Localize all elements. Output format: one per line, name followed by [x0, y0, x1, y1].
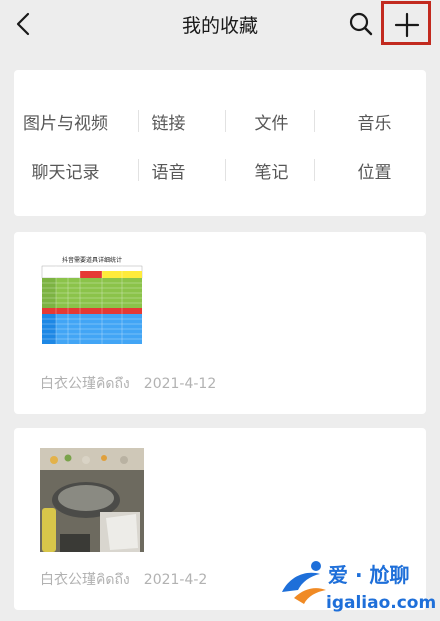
divider: [314, 159, 315, 181]
item-source: 白衣公瑾คิดถึง: [40, 376, 130, 392]
item-meta: 白衣公瑾คิดถึง 2021-4-12: [40, 373, 230, 395]
category-notes[interactable]: 笔记: [220, 158, 323, 183]
category-images-videos[interactable]: 图片与视频: [14, 109, 117, 134]
nav-bar: 我的收藏: [0, 0, 440, 48]
spreadsheet-thumbnail: 抖音需要道具详细统计: [40, 252, 144, 356]
category-voice[interactable]: 语音: [117, 158, 220, 183]
search-icon: [349, 12, 373, 36]
divider: [225, 159, 226, 181]
category-music[interactable]: 音乐: [323, 109, 426, 134]
divider: [225, 110, 226, 132]
plus-icon: [394, 12, 420, 38]
add-button[interactable]: [381, 1, 431, 45]
favorite-item-spreadsheet[interactable]: 抖音需要道具详细统计 白衣公瑾คิดถึง 2021-4-12: [14, 232, 426, 414]
item-source: 白衣公瑾คิดถึง: [40, 572, 130, 588]
watermark-domain: igaliao.com: [326, 593, 436, 613]
category-panel: 图片与视频 链接 文件 音乐 聊天记录 语音 笔记 位置: [14, 70, 426, 216]
watermark-logo: 爱 · 尬聊 igaliao.com: [276, 552, 436, 616]
item-date: 2021-4-2: [143, 572, 208, 588]
category-files[interactable]: 文件: [220, 109, 323, 134]
divider: [314, 110, 315, 132]
photo-thumbnail: [40, 448, 144, 552]
search-button[interactable]: [347, 10, 375, 38]
divider: [138, 159, 139, 181]
divider: [138, 110, 139, 132]
category-links[interactable]: 链接: [117, 109, 220, 134]
category-chat-history[interactable]: 聊天记录: [14, 158, 117, 183]
watermark-brand: 爱 · 尬聊: [328, 563, 410, 587]
item-date: 2021-4-12: [143, 376, 217, 392]
category-location[interactable]: 位置: [323, 158, 426, 183]
item-meta: 白衣公瑾คิดถึง 2021-4-2: [40, 569, 221, 591]
thumbnail-title: 抖音需要道具详细统计: [62, 256, 122, 264]
